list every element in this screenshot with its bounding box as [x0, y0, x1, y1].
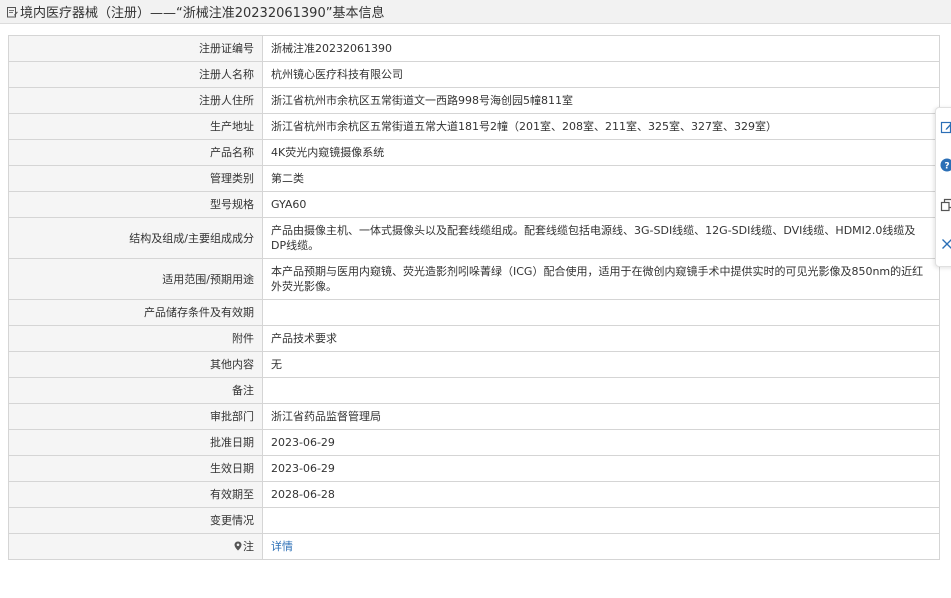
table-row: 备注	[8, 377, 940, 404]
table-row: 生效日期 2023-06-29	[8, 455, 940, 482]
row-value: 杭州镜心医疗科技有限公司	[262, 61, 940, 88]
note-label-cell: 注	[8, 533, 263, 560]
row-label: 型号规格	[8, 191, 263, 218]
row-label: 审批部门	[8, 403, 263, 430]
row-label: 附件	[8, 325, 263, 352]
table-row: 结构及组成/主要组成成分 产品由摄像主机、一体式摄像头以及配套线缆组成。配套线缆…	[8, 217, 940, 259]
table-row: 其他内容 无	[8, 351, 940, 378]
table-row: 产品储存条件及有效期	[8, 299, 940, 326]
row-label: 注册人住所	[8, 87, 263, 114]
row-value: 2023-06-29	[262, 455, 940, 482]
row-value	[262, 377, 940, 404]
note-label: 注	[243, 540, 254, 553]
row-value: 产品技术要求	[262, 325, 940, 352]
row-label: 有效期至	[8, 481, 263, 508]
row-label: 注册人名称	[8, 61, 263, 88]
table-row: 生产地址 浙江省杭州市余杭区五常街道五常大道181号2幢（201室、208室、2…	[8, 113, 940, 140]
row-value: 2028-06-28	[262, 481, 940, 508]
info-table: 注册证编号 浙械注准20232061390 注册人名称 杭州镜心医疗科技有限公司…	[8, 35, 940, 560]
row-label: 结构及组成/主要组成成分	[8, 217, 263, 259]
table-row: 有效期至 2028-06-28	[8, 481, 940, 508]
row-value: 产品由摄像主机、一体式摄像头以及配套线缆组成。配套线缆包括电源线、3G-SDI线…	[262, 217, 940, 259]
details-link[interactable]: 详情	[271, 540, 293, 553]
row-value: 浙械注准20232061390	[262, 35, 940, 62]
close-icon[interactable]	[940, 237, 951, 251]
table-row: 变更情况	[8, 507, 940, 534]
edit-icon[interactable]	[940, 120, 951, 134]
document-edit-icon	[6, 6, 18, 18]
note-value-cell: 详情	[262, 533, 940, 560]
map-pin-icon	[234, 540, 242, 551]
row-label: 适用范围/预期用途	[8, 258, 263, 300]
row-label: 其他内容	[8, 351, 263, 378]
table-row: 管理类别 第二类	[8, 165, 940, 192]
note-row: 注 详情	[8, 533, 940, 560]
copy-icon[interactable]	[940, 198, 951, 212]
row-value: 4K荧光内窥镜摄像系统	[262, 139, 940, 166]
row-value	[262, 507, 940, 534]
row-value: GYA60	[262, 191, 940, 218]
row-value: 无	[262, 351, 940, 378]
row-value: 浙江省杭州市余杭区五常街道五常大道181号2幢（201室、208室、211室、3…	[262, 113, 940, 140]
table-row: 型号规格 GYA60	[8, 191, 940, 218]
table-row: 注册证编号 浙械注准20232061390	[8, 35, 940, 62]
row-label: 批准日期	[8, 429, 263, 456]
row-label: 管理类别	[8, 165, 263, 192]
row-value: 浙江省杭州市余杭区五常街道文一西路998号海创园5幢811室	[262, 87, 940, 114]
floating-toolbar: ?	[935, 107, 951, 267]
row-value	[262, 299, 940, 326]
table-row: 产品名称 4K荧光内窥镜摄像系统	[8, 139, 940, 166]
row-label: 备注	[8, 377, 263, 404]
row-value: 浙江省药品监督管理局	[262, 403, 940, 430]
page-title: 境内医疗器械（注册）——“浙械注准20232061390”基本信息	[20, 6, 385, 21]
table-row: 注册人住所 浙江省杭州市余杭区五常街道文一西路998号海创园5幢811室	[8, 87, 940, 114]
svg-text:?: ?	[944, 161, 949, 171]
row-value: 本产品预期与医用内窥镜、荧光造影剂吲哚菁绿（ICG）配合使用，适用于在微创内窥镜…	[262, 258, 940, 300]
row-label: 生效日期	[8, 455, 263, 482]
row-label: 变更情况	[8, 507, 263, 534]
row-label: 注册证编号	[8, 35, 263, 62]
table-row: 审批部门 浙江省药品监督管理局	[8, 403, 940, 430]
table-row: 批准日期 2023-06-29	[8, 429, 940, 456]
help-icon[interactable]: ?	[940, 158, 951, 172]
table-row: 附件 产品技术要求	[8, 325, 940, 352]
table-row: 注册人名称 杭州镜心医疗科技有限公司	[8, 61, 940, 88]
row-value: 2023-06-29	[262, 429, 940, 456]
page-header: 境内医疗器械（注册）——“浙械注准20232061390”基本信息	[0, 0, 951, 24]
table-row: 适用范围/预期用途 本产品预期与医用内窥镜、荧光造影剂吲哚菁绿（ICG）配合使用…	[8, 258, 940, 300]
row-label: 生产地址	[8, 113, 263, 140]
row-value: 第二类	[262, 165, 940, 192]
row-label: 产品储存条件及有效期	[8, 299, 263, 326]
row-label: 产品名称	[8, 139, 263, 166]
